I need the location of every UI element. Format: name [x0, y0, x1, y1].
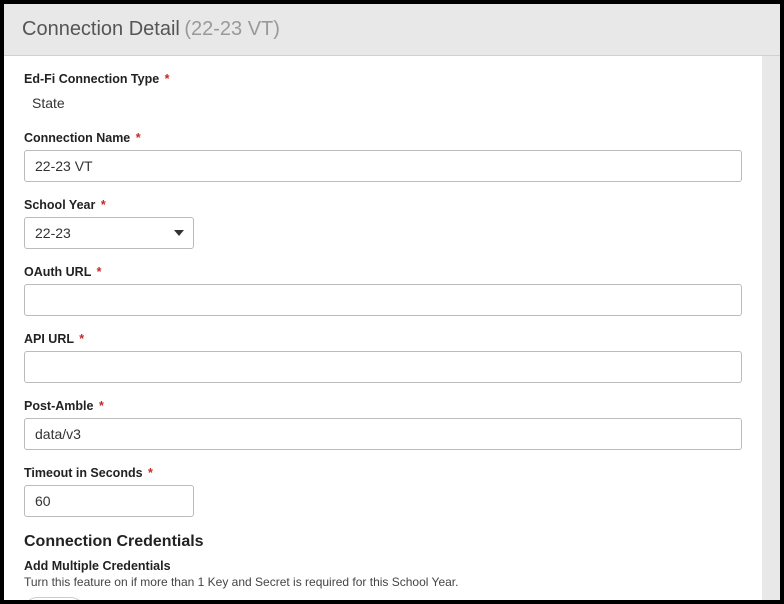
- post-amble-group: Post-Amble *: [24, 399, 742, 450]
- connection-type-value: State: [32, 91, 742, 115]
- api-url-input[interactable]: [24, 351, 742, 383]
- timeout-group: Timeout in Seconds *: [24, 466, 742, 517]
- api-url-group: API URL *: [24, 332, 742, 383]
- page-container: Connection Detail (22-23 VT) Ed-Fi Conne…: [4, 4, 780, 600]
- multiple-credentials-toggle[interactable]: OFF: [24, 597, 84, 600]
- multiple-credentials-help: Turn this feature on if more than 1 Key …: [24, 575, 742, 589]
- post-amble-label: Post-Amble *: [24, 399, 742, 413]
- timeout-input[interactable]: [24, 485, 194, 517]
- connection-name-input[interactable]: [24, 150, 742, 182]
- school-year-label: School Year *: [24, 198, 742, 212]
- connection-name-label: Connection Name *: [24, 131, 742, 145]
- oauth-url-input[interactable]: [24, 284, 742, 316]
- timeout-label: Timeout in Seconds *: [24, 466, 742, 480]
- school-year-select-wrapper: 22-23: [24, 217, 194, 249]
- scroll-gutter: [762, 56, 780, 600]
- page-subtitle: (22-23 VT): [184, 18, 280, 40]
- oauth-url-label: OAuth URL *: [24, 265, 742, 279]
- connection-type-group: Ed-Fi Connection Type * State: [24, 72, 742, 115]
- page-header: Connection Detail (22-23 VT): [4, 4, 780, 56]
- post-amble-input[interactable]: [24, 418, 742, 450]
- school-year-select[interactable]: 22-23: [24, 217, 194, 249]
- connection-name-group: Connection Name *: [24, 131, 742, 182]
- page-title: Connection Detail: [22, 18, 180, 40]
- connection-type-label: Ed-Fi Connection Type *: [24, 72, 742, 86]
- form-area: Ed-Fi Connection Type * State Connection…: [4, 56, 762, 600]
- oauth-url-group: OAuth URL *: [24, 265, 742, 316]
- api-url-label: API URL *: [24, 332, 742, 346]
- school-year-group: School Year * 22-23: [24, 198, 742, 249]
- multiple-credentials-heading: Add Multiple Credentials: [24, 559, 742, 573]
- credentials-heading: Connection Credentials: [24, 533, 742, 551]
